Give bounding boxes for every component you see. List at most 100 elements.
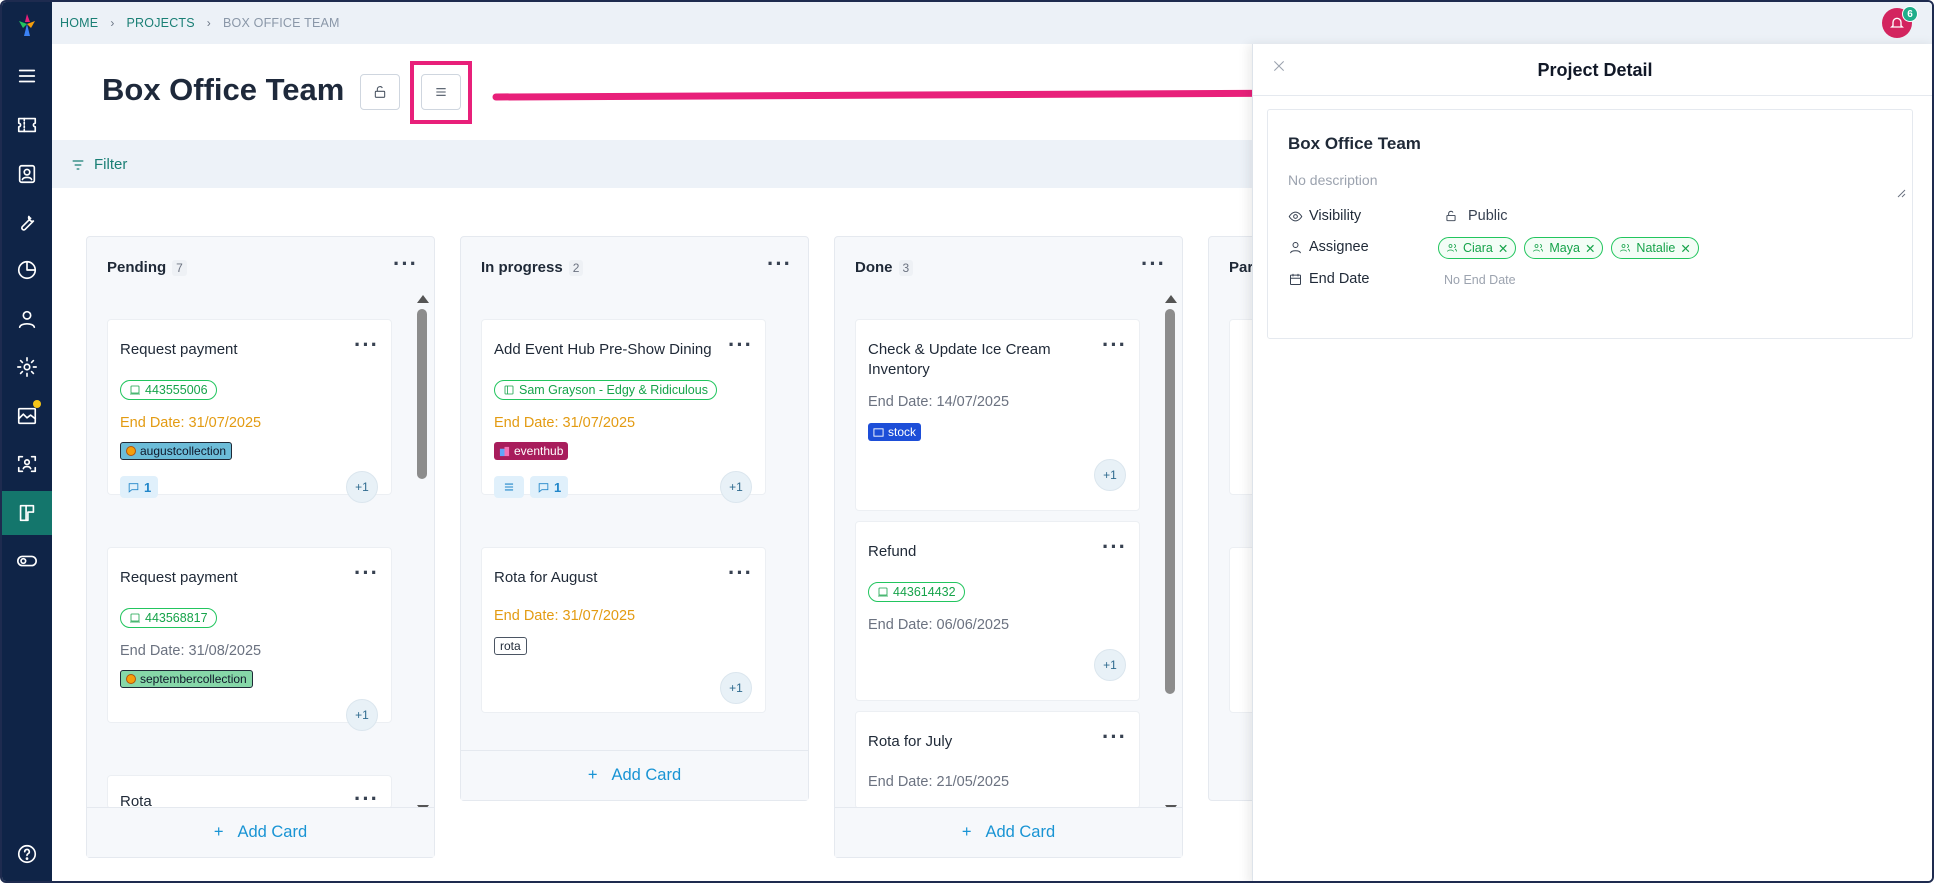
end-date-label-text: End Date [1309, 271, 1370, 287]
user-icon[interactable] [2, 297, 52, 341]
inbox-chart-icon[interactable] [2, 394, 52, 438]
page-title: Box Office Team [102, 72, 345, 107]
resize-handle-icon[interactable] [1896, 188, 1906, 198]
card-more-icon[interactable]: ··· [1102, 536, 1127, 558]
card-title: Add Event Hub Pre-Show Dining [494, 341, 712, 358]
card-title: Rota for August [494, 569, 598, 586]
ticket-chip-label: Sam Grayson - Edgy & Ridiculous [519, 383, 708, 397]
card[interactable]: Rota for July ··· End Date: 21/05/2025 [855, 711, 1140, 809]
contacts-icon[interactable] [2, 152, 52, 196]
card-tag[interactable]: stock [868, 423, 922, 441]
card[interactable]: Rota for August ··· End Date: 31/07/2025… [481, 547, 766, 713]
column-in-progress: In progress 2 ··· Add Event Hub Pre-Show… [460, 236, 809, 801]
end-date-value[interactable]: No End Date [1444, 273, 1516, 287]
card[interactable]: Check & Update Ice Cream Inventory ··· E… [855, 319, 1140, 511]
sidebar [2, 2, 52, 881]
column-title: Par [1229, 259, 1254, 276]
column-more-icon[interactable]: ··· [393, 253, 418, 275]
scroll-up-icon[interactable] [417, 295, 429, 303]
column-scrollbar[interactable] [417, 295, 429, 815]
project-detail-form: Box Office Team No description Visibilit… [1267, 109, 1913, 339]
remove-assignee-icon[interactable]: ✕ [1680, 241, 1690, 256]
comment-count[interactable]: 1 [530, 476, 569, 498]
visibility-label: Visibility [1288, 208, 1361, 224]
card-end-date: End Date: 31/07/2025 [494, 415, 636, 431]
scroll-up-icon[interactable] [1165, 295, 1177, 303]
comment-count[interactable]: 1 [120, 476, 159, 498]
description-indicator[interactable] [494, 476, 524, 498]
card-tag[interactable]: eventhub [494, 442, 569, 460]
column-scrollbar[interactable] [1165, 295, 1177, 815]
column-header: In progress 2 [481, 259, 584, 276]
help-icon[interactable] [2, 832, 52, 876]
boards-icon[interactable] [2, 491, 52, 535]
scroll-thumb[interactable] [417, 309, 427, 479]
assignee-chip[interactable]: Natalie ✕ [1611, 237, 1699, 259]
add-card-button[interactable]: + Add Card [835, 807, 1182, 857]
ticket-icon[interactable] [2, 103, 52, 147]
app-logo-icon[interactable] [15, 12, 39, 38]
card-more-icon[interactable]: ··· [728, 334, 753, 356]
card-more-icon[interactable]: ··· [354, 562, 379, 584]
add-assignee-button[interactable]: +1 [346, 699, 378, 731]
panel-title: Project Detail [1537, 60, 1653, 80]
breadcrumb-projects[interactable]: PROJECTS [127, 16, 195, 30]
card-more-icon[interactable]: ··· [728, 562, 753, 584]
card-tag[interactable]: augustcollection [120, 442, 233, 460]
panel-header: Project Detail [1253, 44, 1932, 96]
column-more-icon[interactable]: ··· [767, 253, 792, 275]
card[interactable]: Add Event Hub Pre-Show Dining ··· Sam Gr… [481, 319, 766, 503]
assignee-name: Natalie [1636, 241, 1676, 255]
project-name-field[interactable]: Box Office Team [1288, 134, 1421, 154]
card-tag[interactable]: septembercollection [120, 670, 253, 688]
settings-gear-icon[interactable] [2, 345, 52, 389]
column-more-icon[interactable]: ··· [1141, 253, 1166, 275]
card-title: Refund [868, 543, 917, 560]
assignee-chip[interactable]: Ciara ✕ [1438, 237, 1517, 259]
visibility-value[interactable]: Public [1444, 208, 1508, 224]
card-more-icon[interactable]: ··· [354, 788, 379, 809]
remove-assignee-icon[interactable]: ✕ [1585, 241, 1595, 256]
card[interactable]: Rota ··· [107, 775, 392, 809]
face-scan-icon[interactable] [2, 442, 52, 486]
ticket-icon [878, 587, 888, 597]
card[interactable]: Refund ··· 443614432 End Date: 06/06/202… [855, 521, 1140, 701]
add-assignee-button[interactable]: +1 [720, 471, 752, 503]
users-icon [1533, 244, 1544, 252]
filter-button[interactable]: Filter [70, 156, 127, 173]
add-assignee-button[interactable]: +1 [720, 672, 752, 704]
add-assignee-button[interactable]: +1 [1094, 459, 1126, 491]
card-tag[interactable]: rota [494, 637, 527, 655]
add-assignee-button[interactable]: +1 [346, 471, 378, 503]
card-more-icon[interactable]: ··· [1102, 726, 1127, 748]
menu-icon[interactable] [2, 54, 52, 98]
assignee-name: Ciara [1463, 241, 1493, 255]
tag-label: rota [500, 639, 521, 653]
wrench-icon[interactable] [2, 200, 52, 244]
ticket-chip[interactable]: Sam Grayson - Edgy & Ridiculous [494, 380, 717, 400]
reports-pie-icon[interactable] [2, 248, 52, 292]
ticket-chip[interactable]: 443555006 [120, 380, 217, 400]
remove-assignee-icon[interactable]: ✕ [1498, 241, 1508, 256]
assignee-label-text: Assignee [1309, 239, 1369, 255]
toggle-icon[interactable] [2, 539, 52, 583]
ticket-chip[interactable]: 443568817 [120, 608, 217, 628]
breadcrumb-home[interactable]: HOME [60, 16, 98, 30]
visibility-lock-button[interactable] [360, 74, 400, 110]
card-end-date: End Date: 06/06/2025 [868, 617, 1010, 633]
add-assignee-button[interactable]: +1 [1094, 649, 1126, 681]
notification-count-badge: 6 [1902, 6, 1918, 22]
card-more-icon[interactable]: ··· [354, 334, 379, 356]
add-card-button[interactable]: + Add Card [87, 807, 434, 857]
card[interactable]: Request payment ··· 443568817 End Date: … [107, 547, 392, 731]
user-icon [1290, 241, 1301, 253]
calendar-icon [1290, 273, 1301, 285]
card-end-date: End Date: 21/05/2025 [868, 774, 1010, 790]
scroll-thumb[interactable] [1165, 309, 1175, 694]
ticket-chip[interactable]: 443614432 [868, 582, 965, 602]
card-more-icon[interactable]: ··· [1102, 334, 1127, 356]
card[interactable]: Request payment ··· 443555006 End Date: … [107, 319, 392, 503]
add-card-button[interactable]: + Add Card [461, 750, 808, 800]
description-field[interactable]: No description [1288, 172, 1378, 188]
assignee-chip[interactable]: Maya ✕ [1524, 237, 1604, 259]
